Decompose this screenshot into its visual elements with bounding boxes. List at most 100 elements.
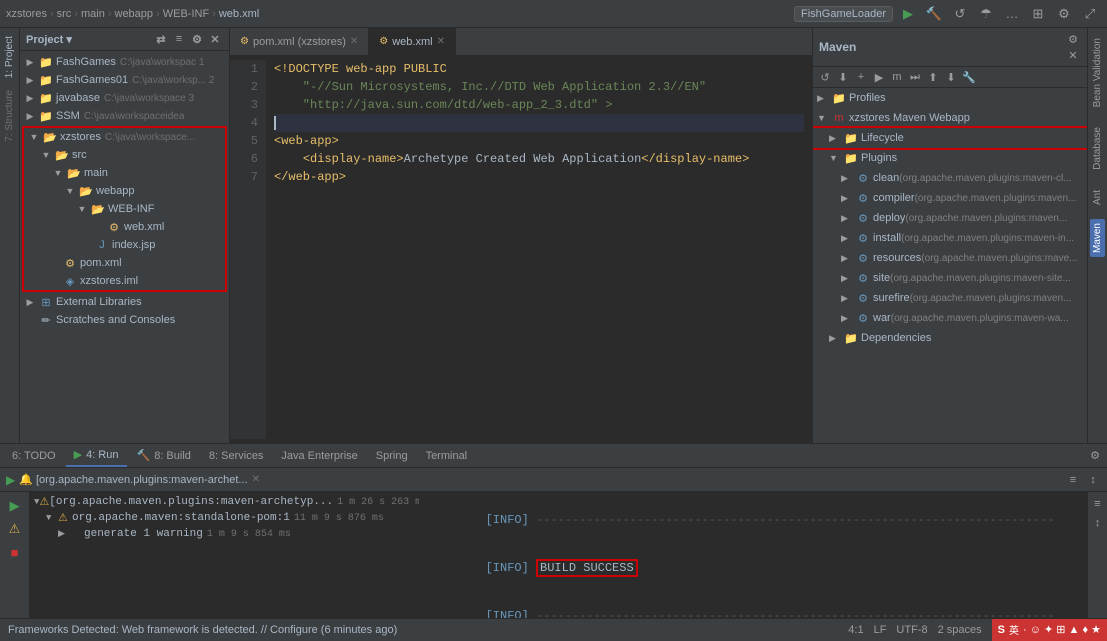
run-config-selector[interactable]: FishGameLoader <box>794 6 893 22</box>
tab-pomxml-close[interactable]: ✕ <box>350 36 358 47</box>
maximize-button[interactable]: ⤢ <box>1079 3 1101 25</box>
run-tree-item-root[interactable]: ▼ ⚠ [org.apache.maven.plugins:maven-arch… <box>34 494 415 510</box>
output-wrap-icon[interactable]: ≡ <box>1090 496 1106 512</box>
right-tab-maven[interactable]: Maven <box>1090 219 1105 257</box>
maven-item-plugins[interactable]: ▼ 📁 Plugins <box>813 148 1087 168</box>
maven-collapse-icon[interactable]: ⬇ <box>943 69 959 85</box>
right-tab-ant[interactable]: Ant <box>1090 184 1105 211</box>
maven-item-deploy[interactable]: ▶ ⚙ deploy (org.apache.maven.plugins:mav… <box>813 208 1087 228</box>
maven-item-site[interactable]: ▶ ⚙ site (org.apache.maven.plugins:maven… <box>813 268 1087 288</box>
project-gear-icon[interactable]: ⚙ <box>189 31 205 47</box>
project-panel: Project ▾ ⇄ ≡ ⚙ ✕ ▶ 📁 FashGames C:\java\… <box>20 28 230 443</box>
arrow-profiles: ▶ <box>817 93 829 104</box>
code-editor[interactable]: <!DOCTYPE web-app PUBLIC "-//Sun Microsy… <box>266 60 812 439</box>
breadcrumb-main[interactable]: main <box>81 8 105 20</box>
tree-item-webinf[interactable]: ▼ 📂 WEB-INF <box>24 200 225 218</box>
maven-run2-icon[interactable]: m <box>889 69 905 85</box>
tab-todo[interactable]: 6: TODO <box>4 444 64 467</box>
run-play-button[interactable]: ▶ <box>5 496 25 516</box>
project-sync-icon[interactable]: ⇄ <box>153 31 169 47</box>
tab-terminal[interactable]: Terminal <box>418 444 476 467</box>
tree-item-scratches[interactable]: ▶ ✏ Scratches and Consoles <box>20 311 229 329</box>
maven-item-compiler[interactable]: ▶ ⚙ compiler (org.apache.maven.plugins:m… <box>813 188 1087 208</box>
maven-settings-icon[interactable]: ⚙ <box>1065 31 1081 47</box>
tree-item-ssm[interactable]: ▶ 📁 SSM C:\java\workspaceidea <box>20 107 229 125</box>
breadcrumb-webinf[interactable]: WEB-INF <box>163 8 209 20</box>
breadcrumb-src[interactable]: src <box>57 8 72 20</box>
breadcrumb-xzstores[interactable]: xzstores <box>6 8 47 20</box>
maven-item-xzstores[interactable]: ▼ m xzstores Maven Webapp <box>813 108 1087 128</box>
output-scroll-icon[interactable]: ↕ <box>1090 515 1106 531</box>
run-scroll-icon[interactable]: ↕ <box>1085 472 1101 488</box>
arrow-javabase: ▶ <box>24 92 36 104</box>
breadcrumb-webapp[interactable]: webapp <box>115 8 154 20</box>
maven-item-surefire[interactable]: ▶ ⚙ surefire (org.apache.maven.plugins:m… <box>813 288 1087 308</box>
project-close-icon[interactable]: ✕ <box>207 31 223 47</box>
lifecycle-icon: 📁 <box>843 130 859 146</box>
tab-java-enterprise[interactable]: Java Enterprise <box>273 444 365 467</box>
maven-wrench-icon[interactable]: 🔧 <box>961 69 977 85</box>
arrow-ssm: ▶ <box>24 110 36 122</box>
tab-run[interactable]: ▶ 4: Run <box>66 444 127 467</box>
breadcrumb-webxml[interactable]: web.xml <box>219 8 259 20</box>
maven-item-profiles[interactable]: ▶ 📁 Profiles <box>813 88 1087 108</box>
coverage-button[interactable]: ☂ <box>975 3 997 25</box>
maven-item-clean[interactable]: ▶ ⚙ clean (org.apache.maven.plugins:mave… <box>813 168 1087 188</box>
right-tab-database[interactable]: Database <box>1090 121 1105 176</box>
status-message[interactable]: Frameworks Detected: Web framework is de… <box>8 624 840 636</box>
tree-item-extlibs[interactable]: ▶ ⊞ External Libraries <box>20 293 229 311</box>
tab-pomxml[interactable]: ⚙ pom.xml (xzstores) ✕ <box>230 28 369 55</box>
arrow-dependencies: ▶ <box>829 333 841 344</box>
maven-item-resources[interactable]: ▶ ⚙ resources (org.apache.maven.plugins:… <box>813 248 1087 268</box>
build-button[interactable]: 🔨 <box>923 3 945 25</box>
tree-item-webapp[interactable]: ▼ 📂 webapp <box>24 182 225 200</box>
run-header: ▶ 🔔 [org.apache.maven.plugins:maven-arch… <box>0 468 1107 492</box>
maven-item-lifecycle[interactable]: ▶ 📁 Lifecycle <box>813 128 1087 148</box>
extra-deploy: (org.apache.maven.plugins:maven... <box>905 213 1067 224</box>
tree-item-src[interactable]: ▼ 📂 src <box>24 146 225 164</box>
maven-skip-icon[interactable]: ⏭ <box>907 69 923 85</box>
tree-item-webxml[interactable]: ▶ ⚙ web.xml <box>24 218 225 236</box>
sidebar-item-project[interactable]: 1: Project <box>2 32 17 82</box>
maven-add-icon[interactable]: + <box>853 69 869 85</box>
reload-button[interactable]: ↺ <box>949 3 971 25</box>
run-stop-icon[interactable]: ■ <box>5 542 25 562</box>
project-expand-icon[interactable]: ≡ <box>171 31 187 47</box>
maven-run-icon[interactable]: ▶ <box>871 69 887 85</box>
more-run-button[interactable]: … <box>1001 3 1023 25</box>
run-tab-close[interactable]: ✕ <box>252 474 260 485</box>
tree-item-xzstoresiml[interactable]: ▶ ◈ xzstores.iml <box>24 272 225 290</box>
right-tab-bean-validation[interactable]: Bean Validation <box>1090 32 1105 113</box>
run-tree-item-generate[interactable]: ▶ ⚠ generate 1 warning 1 m 9 s 854 ms <box>34 526 415 542</box>
tree-item-xzstores[interactable]: ▼ 📂 xzstores C:\java\workspace... <box>24 128 225 146</box>
tab-build[interactable]: 🔨 8: Build <box>129 444 199 467</box>
run-tree-item-standalone[interactable]: ▼ ⚠ org.apache.maven:standalone-pom:1 11… <box>34 510 415 526</box>
maven-close-icon[interactable]: ✕ <box>1065 47 1081 63</box>
maven-header-icons: ⚙ ✕ <box>1065 31 1081 63</box>
maven-refresh-icon[interactable]: ↺ <box>817 69 833 85</box>
maven-expand-icon[interactable]: ⬆ <box>925 69 941 85</box>
tree-item-javabase[interactable]: ▶ 📁 javabase C:\java\workspace 3 <box>20 89 229 107</box>
tab-webxml[interactable]: ⚙ web.xml ✕ <box>369 28 456 55</box>
tab-webxml-close[interactable]: ✕ <box>437 36 445 47</box>
tree-item-fashgames[interactable]: ▶ 📁 FashGames C:\java\workspac 1 <box>20 53 229 71</box>
tree-item-indexjsp[interactable]: ▶ J index.jsp <box>24 236 225 254</box>
maven-item-install[interactable]: ▶ ⚙ install (org.apache.maven.plugins:ma… <box>813 228 1087 248</box>
bottom-settings-icon[interactable]: ⚙ <box>1087 448 1103 464</box>
tree-item-main[interactable]: ▼ 📂 main <box>24 164 225 182</box>
settings-button[interactable]: ⚙ <box>1053 3 1075 25</box>
tab-spring[interactable]: Spring <box>368 444 416 467</box>
run-right: ≡ ↕ <box>1087 492 1107 618</box>
tree-item-pomxml[interactable]: ▶ ⚙ pom.xml <box>24 254 225 272</box>
maven-item-dependencies[interactable]: ▶ 📁 Dependencies <box>813 328 1087 348</box>
tree-item-fashgames01[interactable]: ▶ 📁 FashGames01 C:\java\worksp... 2 <box>20 71 229 89</box>
sidebar-item-structure[interactable]: 7: Structure <box>2 86 17 146</box>
run-button[interactable]: ▶ <box>897 3 919 25</box>
layout-button[interactable]: ⊞ <box>1027 3 1049 25</box>
editor-content[interactable]: 1 2 3 4 5 6 7 <!DOCTYPE web-app PUBLIC "… <box>230 56 812 443</box>
run-wrap-icon[interactable]: ≡ <box>1065 472 1081 488</box>
maven-download-icon[interactable]: ⬇ <box>835 69 851 85</box>
tab-services[interactable]: 8: Services <box>201 444 271 467</box>
editor-tabs: ⚙ pom.xml (xzstores) ✕ ⚙ web.xml ✕ <box>230 28 812 56</box>
maven-item-war[interactable]: ▶ ⚙ war (org.apache.maven.plugins:maven-… <box>813 308 1087 328</box>
